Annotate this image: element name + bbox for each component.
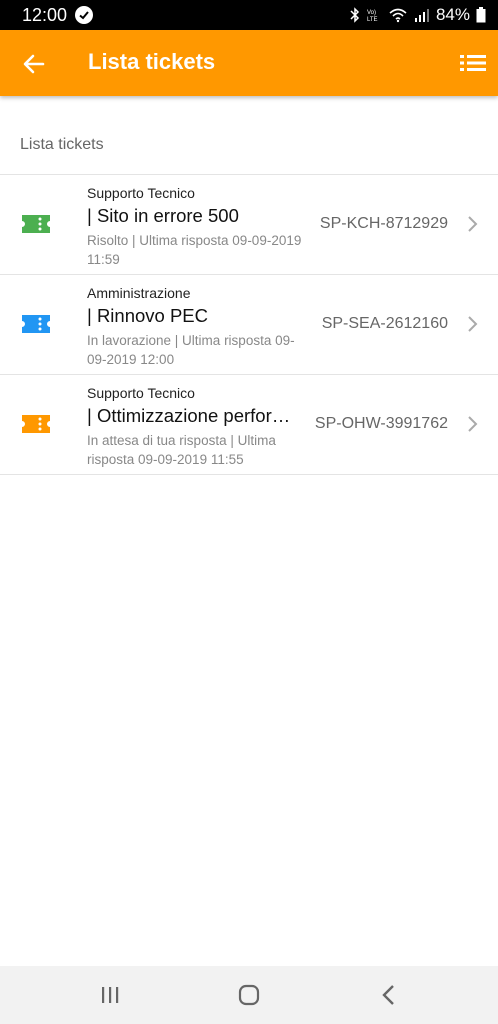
back-icon <box>382 985 394 1005</box>
ticket-row[interactable]: Amministrazione | Rinnovo PEC In lavoraz… <box>0 275 498 375</box>
ticket-icon <box>22 215 50 233</box>
ticket-row[interactable]: Supporto Tecnico | Ottimizzazione perfor… <box>0 375 498 475</box>
home-button[interactable] <box>235 982 263 1008</box>
ticket-category: Supporto Tecnico <box>87 185 195 201</box>
signal-icon <box>414 7 430 23</box>
ticket-title: | Rinnovo PEC <box>87 305 208 326</box>
battery-text: 84% <box>435 5 470 24</box>
ticket-code: SP-OHW-3991762 <box>314 415 448 432</box>
chevron-right-icon <box>468 416 478 432</box>
ticket-shape <box>22 415 50 433</box>
ticket-title: | Sito in errore 500 <box>87 205 239 226</box>
app-bar: Lista tickets <box>0 30 498 96</box>
ticket-category: Amministrazione <box>87 285 191 301</box>
page-title: Lista tickets <box>88 49 216 74</box>
ticket-status: Risolto | Ultima risposta 09-09-2019 11:… <box>87 233 302 267</box>
ticket-status: In attesa di tua risposta | Ultima rispo… <box>87 433 276 467</box>
wifi-icon <box>388 7 408 23</box>
recent-apps-icon <box>102 987 119 1003</box>
ticket-shape <box>22 315 50 333</box>
svg-text:Vo): Vo) <box>367 10 376 16</box>
chevron-right-icon <box>468 316 478 332</box>
system-back-button[interactable] <box>375 982 403 1008</box>
system-nav-bar <box>0 966 498 1024</box>
ticket-code: SP-KCH-8712929 <box>319 215 448 232</box>
bluetooth-icon <box>350 7 360 23</box>
volte-icon: Vo) LTE <box>366 7 382 23</box>
status-icons: Vo) LTE 84% <box>350 5 486 25</box>
section-header: Lista tickets <box>20 136 104 153</box>
ticket-icon <box>22 315 50 333</box>
ticket-list: Supporto Tecnico | Sito in errore 500 Ri… <box>0 175 498 475</box>
list-menu-button[interactable] <box>458 48 488 78</box>
back-button[interactable] <box>18 48 50 80</box>
status-bar: 12:00 Vo) LTE 84% <box>0 0 498 30</box>
ticket-icon <box>22 415 50 433</box>
arrow-left-icon <box>23 54 45 74</box>
recent-apps-button[interactable] <box>96 982 124 1008</box>
ticket-category: Supporto Tecnico <box>87 385 195 401</box>
ticket-shape <box>22 215 50 233</box>
battery-icon <box>476 7 486 23</box>
ticket-title: | Ottimizzazione performance <box>87 405 302 426</box>
home-icon <box>238 984 260 1006</box>
check-circle-icon <box>75 6 94 24</box>
ticket-status: In lavorazione | Ultima risposta 09-09-2… <box>87 333 295 367</box>
chevron-right-icon <box>468 216 478 232</box>
svg-text:LTE: LTE <box>367 17 378 23</box>
ticket-row[interactable]: Supporto Tecnico | Sito in errore 500 Ri… <box>0 175 498 275</box>
list-menu-icon <box>460 55 486 71</box>
ticket-code: SP-SEA-2612160 <box>321 315 448 332</box>
status-time: 12:00 <box>22 4 68 25</box>
